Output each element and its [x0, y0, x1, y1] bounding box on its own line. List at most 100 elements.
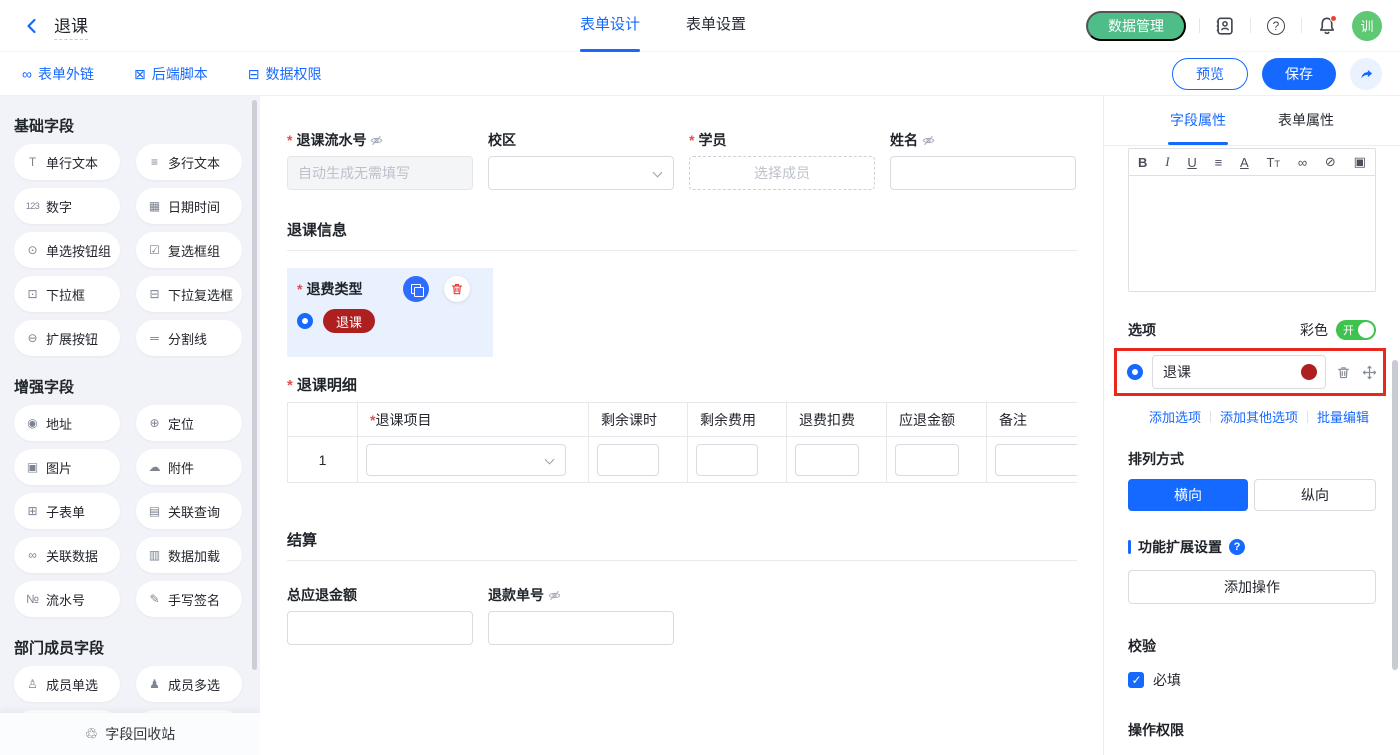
field-type-member-multi[interactable]: ♟成员多选 [136, 666, 242, 702]
field-type-dropdown[interactable]: ⊡下拉框 [14, 276, 120, 312]
copy-icon [411, 284, 422, 295]
extension-help-icon[interactable]: ? [1229, 539, 1245, 555]
cloud-upload-icon: ☁ [147, 460, 162, 474]
field-refund-order-no[interactable]: 退款单号 [488, 588, 674, 645]
copy-field-button[interactable] [403, 276, 429, 302]
col-deduction[interactable]: 退费扣费 [787, 403, 887, 437]
field-refund-serial[interactable]: *退课流水号 [287, 133, 473, 190]
canvas-row-2: 总应退金额 退款单号 [287, 588, 1077, 645]
italic-icon[interactable]: I [1165, 154, 1169, 170]
font-color-icon[interactable]: A [1240, 155, 1249, 170]
refund-amount-input[interactable] [895, 444, 959, 476]
delete-field-button[interactable] [444, 276, 470, 302]
unlink-icon[interactable]: ⊘ [1325, 154, 1336, 170]
field-name[interactable]: 姓名 [890, 133, 1076, 190]
back-button[interactable] [20, 14, 44, 38]
field-type-linked-data[interactable]: ∞关联数据 [14, 537, 120, 573]
horizontal-button[interactable]: 横向 [1128, 479, 1248, 511]
external-link-button[interactable]: ∞ 表单外链 [22, 64, 94, 84]
select-member-button[interactable]: 选择成员 [689, 156, 875, 190]
field-type-member-single[interactable]: ♙成员单选 [14, 666, 120, 702]
add-option-link[interactable]: 添加选项 [1149, 407, 1201, 426]
delete-option-button[interactable] [1335, 364, 1352, 381]
radio-selected[interactable] [297, 313, 313, 329]
option-color-dot[interactable] [1301, 364, 1317, 380]
refund-type-option[interactable]: 退课 [323, 309, 375, 333]
field-type-multi-line-text[interactable]: ≡多行文本 [136, 144, 242, 180]
field-campus[interactable]: 校区 [488, 133, 674, 190]
preview-button[interactable]: 预览 [1172, 58, 1248, 90]
validation-title: 校验 [1128, 636, 1376, 656]
tab-field-properties[interactable]: 字段属性 [1170, 96, 1226, 145]
add-other-option-link[interactable]: 添加其他选项 [1220, 407, 1298, 426]
col-remaining-fee[interactable]: 剩余费用 [688, 403, 787, 437]
vertical-button[interactable]: 纵向 [1254, 479, 1376, 511]
add-action-button[interactable]: 添加操作 [1128, 570, 1376, 604]
field-type-extension-button[interactable]: ⊖扩展按钮 [14, 320, 120, 356]
name-input[interactable] [890, 156, 1076, 190]
col-remark[interactable]: 备注 [987, 403, 1078, 437]
data-permission-button[interactable]: ⊟ 数据权限 [248, 64, 322, 84]
refund-item-select[interactable] [366, 444, 566, 476]
tab-form-design[interactable]: 表单设计 [580, 0, 640, 52]
notification-bell-icon[interactable] [1315, 14, 1339, 38]
col-refund-item[interactable]: *退课项目 [358, 403, 589, 437]
tab-form-settings[interactable]: 表单设置 [686, 0, 746, 52]
eye-off-icon [922, 134, 935, 147]
field-type-subform[interactable]: ⊞子表单 [14, 493, 120, 529]
field-student[interactable]: *学员 选择成员 [689, 133, 875, 190]
remaining-hours-input[interactable] [597, 444, 659, 476]
field-type-multi-dropdown[interactable]: ⊟下拉复选框 [136, 276, 242, 312]
bold-icon[interactable]: B [1138, 155, 1147, 170]
required-checkbox[interactable] [1128, 672, 1144, 688]
field-label-editor-content[interactable] [1129, 176, 1375, 291]
subform-icon: ⊞ [25, 504, 40, 518]
field-total-refund[interactable]: 总应退金额 [287, 588, 473, 645]
refund-serial-input[interactable] [287, 156, 473, 190]
panel-scrollbar[interactable] [1392, 360, 1398, 670]
batch-edit-link[interactable]: 批量编辑 [1317, 407, 1369, 426]
field-type-data-load[interactable]: ▥数据加载 [136, 537, 242, 573]
campus-select[interactable] [488, 156, 674, 190]
field-type-datetime[interactable]: ▦日期时间 [136, 188, 242, 224]
tab-form-properties[interactable]: 表单属性 [1278, 96, 1334, 145]
col-remaining-hours[interactable]: 剩余课时 [589, 403, 688, 437]
field-type-serial-number[interactable]: №流水号 [14, 581, 120, 617]
link-icon[interactable]: ∞ [1298, 155, 1307, 170]
user-avatar[interactable]: 训 [1352, 11, 1382, 41]
underline-icon[interactable]: U [1187, 155, 1196, 170]
address-book-icon[interactable] [1213, 14, 1237, 38]
color-toggle[interactable]: 开 [1336, 320, 1376, 340]
help-icon[interactable]: ? [1264, 14, 1288, 38]
field-type-number[interactable]: 123数字 [14, 188, 120, 224]
field-type-checkbox-group[interactable]: ☑复选框组 [136, 232, 242, 268]
remark-input[interactable] [995, 444, 1077, 476]
field-type-single-line-text[interactable]: T单行文本 [14, 144, 120, 180]
selected-field-refund-type[interactable]: *退费类型 退课 [287, 268, 493, 357]
refund-order-no-input[interactable] [488, 611, 674, 645]
remaining-fee-input[interactable] [696, 444, 758, 476]
option-radio[interactable] [1127, 364, 1143, 380]
deduction-input[interactable] [795, 444, 859, 476]
share-button[interactable] [1350, 58, 1382, 90]
col-refund-amount[interactable]: 应退金额 [887, 403, 987, 437]
insert-image-icon[interactable]: ▣ [1354, 154, 1366, 170]
field-type-location[interactable]: ⊕定位 [136, 405, 242, 441]
field-type-attachment[interactable]: ☁附件 [136, 449, 242, 485]
save-button[interactable]: 保存 [1262, 58, 1336, 90]
backend-script-button[interactable]: ⊠ 后端脚本 [134, 64, 208, 84]
field-type-divider[interactable]: ═分割线 [136, 320, 242, 356]
font-size-icon[interactable]: TT [1267, 155, 1280, 170]
field-type-signature[interactable]: ✎手写签名 [136, 581, 242, 617]
data-manage-button[interactable]: 数据管理 [1086, 11, 1186, 41]
sidebar-scrollbar[interactable] [252, 100, 257, 670]
field-recycle-bin[interactable]: ♲ 字段回收站 [0, 713, 260, 755]
field-type-image[interactable]: ▣图片 [14, 449, 120, 485]
align-icon[interactable]: ≡ [1215, 155, 1223, 170]
option-value-input[interactable] [1152, 355, 1326, 389]
field-type-address[interactable]: ◉地址 [14, 405, 120, 441]
total-refund-input[interactable] [287, 611, 473, 645]
field-type-linked-query[interactable]: ▤关联查询 [136, 493, 242, 529]
drag-option-handle[interactable] [1361, 364, 1378, 381]
field-type-radio-group[interactable]: ⊙单选按钮组 [14, 232, 120, 268]
